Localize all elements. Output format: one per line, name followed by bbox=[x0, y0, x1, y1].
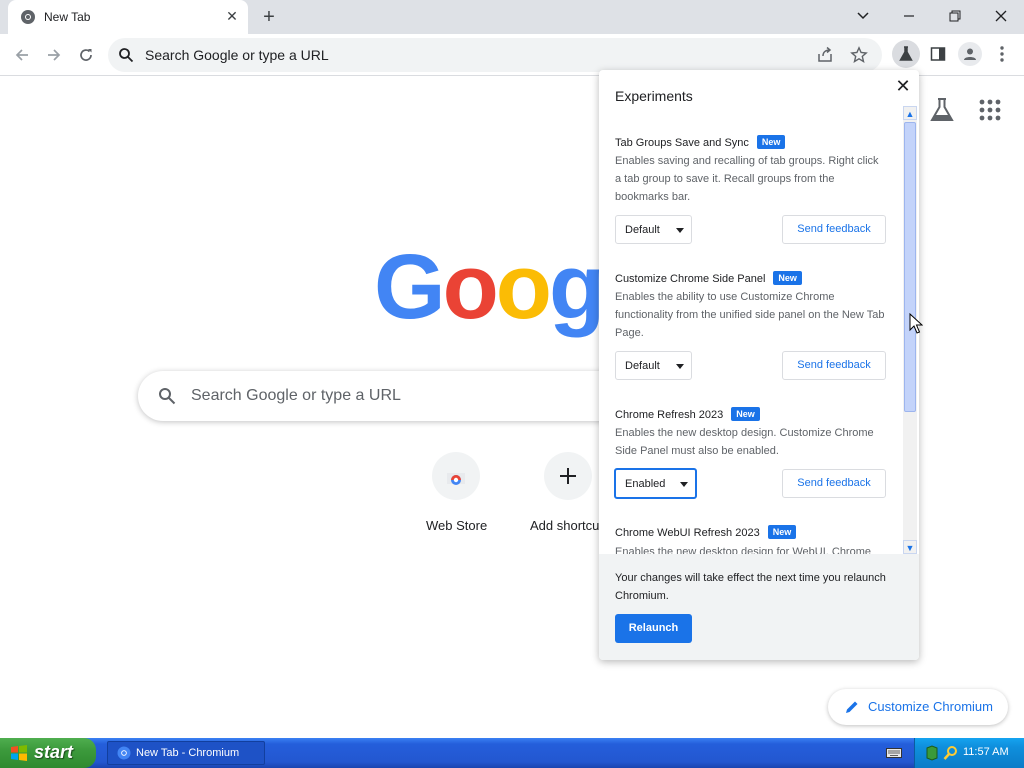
experiment-name: Customize Chrome Side Panel New bbox=[615, 271, 802, 285]
experiment-name: Tab Groups Save and Sync New bbox=[615, 135, 786, 149]
back-arrow-icon bbox=[15, 49, 28, 61]
side-panel-button[interactable] bbox=[926, 42, 950, 66]
tab-new-tab[interactable]: New Tab ✕ bbox=[8, 0, 248, 34]
experiments-panel: Experiments ✕ Tab Groups Save and Sync Ne… bbox=[599, 70, 919, 660]
search-icon bbox=[119, 48, 134, 63]
keyboard-icon[interactable] bbox=[886, 746, 902, 760]
scroll-up-arrow-icon[interactable]: ▲ bbox=[903, 106, 917, 120]
shortcut-icon-wrap bbox=[544, 452, 592, 500]
send-feedback-button[interactable]: Send feedback bbox=[782, 351, 886, 380]
start-label: start bbox=[34, 742, 74, 762]
experiment-state-select[interactable]: Default bbox=[615, 351, 692, 380]
tab-title: New Tab bbox=[44, 10, 91, 24]
logo-letter: G bbox=[374, 236, 446, 338]
web-store-icon bbox=[447, 473, 465, 485]
start-button[interactable]: start bbox=[0, 738, 96, 768]
omnibox-placeholder: Search Google or type a URL bbox=[145, 47, 329, 63]
new-badge: New bbox=[767, 525, 797, 539]
pencil-icon bbox=[846, 701, 858, 713]
tab-close-icon[interactable]: ✕ bbox=[224, 8, 240, 24]
close-icon[interactable]: ✕ bbox=[893, 76, 913, 96]
send-feedback-button[interactable]: Send feedback bbox=[782, 469, 886, 498]
taskbar-item-label: New Tab - Chromium bbox=[136, 747, 240, 759]
restore-button[interactable] bbox=[940, 4, 970, 28]
labs-icon[interactable] bbox=[928, 96, 956, 124]
logo-letter: o bbox=[495, 236, 552, 338]
restore-icon bbox=[949, 10, 961, 22]
new-badge: New bbox=[756, 135, 786, 149]
close-window-button[interactable] bbox=[986, 4, 1016, 28]
send-feedback-button[interactable]: Send feedback bbox=[782, 215, 886, 244]
new-badge: New bbox=[731, 407, 760, 421]
menu-button[interactable] bbox=[992, 42, 1012, 66]
profile-button[interactable] bbox=[958, 42, 982, 66]
shortcut-label: Web Store bbox=[426, 518, 488, 533]
new-tab-button[interactable]: + bbox=[258, 6, 280, 28]
chromium-icon bbox=[21, 10, 35, 24]
tab-search-button[interactable] bbox=[848, 4, 878, 28]
logo-letter: o bbox=[442, 236, 499, 338]
experiment-description: Enables the ability to use Customize Chr… bbox=[615, 291, 885, 339]
windows-logo-icon bbox=[11, 745, 27, 761]
clock: 11:57 AM bbox=[963, 746, 1009, 758]
new-badge: New bbox=[773, 271, 802, 285]
omnibox[interactable]: Search Google or type a URL bbox=[108, 38, 882, 72]
chevron-down-icon bbox=[857, 12, 869, 20]
reload-icon bbox=[80, 49, 92, 61]
experiment-name: Chrome WebUI Refresh 2023 New bbox=[615, 525, 797, 539]
apps-grid-icon[interactable] bbox=[978, 98, 1002, 122]
dropdown-arrow-icon bbox=[676, 228, 684, 233]
share-button[interactable] bbox=[816, 46, 834, 64]
experiment-description: Enables the new desktop design. Customiz… bbox=[615, 427, 874, 457]
relaunch-button[interactable]: Relaunch bbox=[615, 614, 692, 643]
experiments-button[interactable] bbox=[892, 40, 920, 68]
shortcut-icon-wrap bbox=[432, 452, 480, 500]
reload-button[interactable] bbox=[73, 42, 99, 68]
shortcut-label: Add shortcut bbox=[530, 518, 603, 533]
system-tray: 11:57 AM bbox=[914, 738, 1024, 768]
tab-strip: New Tab ✕ + bbox=[0, 0, 1024, 34]
close-icon bbox=[995, 10, 1007, 22]
forward-arrow-icon bbox=[48, 49, 61, 61]
chromium-icon bbox=[117, 746, 131, 760]
experiments-list: Tab Groups Save and Sync New Enables savi… bbox=[599, 104, 919, 554]
minimize-icon bbox=[904, 15, 914, 17]
avatar-icon bbox=[964, 48, 976, 60]
search-icon bbox=[159, 388, 176, 405]
forward-button[interactable] bbox=[41, 42, 67, 68]
share-icon bbox=[818, 46, 832, 62]
customize-chromium-button[interactable]: Customize Chromium bbox=[828, 689, 1008, 725]
minimize-button[interactable] bbox=[894, 4, 924, 28]
experiment-state-select[interactable]: Default bbox=[615, 215, 692, 244]
search-tray-icon[interactable] bbox=[943, 745, 959, 761]
more-vert-icon bbox=[1000, 46, 1004, 62]
mouse-cursor-icon bbox=[909, 313, 923, 334]
bookmark-button[interactable] bbox=[850, 46, 868, 64]
star-icon bbox=[850, 46, 868, 63]
back-button[interactable] bbox=[9, 42, 35, 68]
dropdown-arrow-icon bbox=[680, 482, 688, 487]
side-panel-icon bbox=[930, 47, 946, 61]
flask-icon bbox=[899, 46, 913, 61]
experiment-name: Chrome Refresh 2023 New bbox=[615, 407, 760, 421]
network-icon[interactable] bbox=[925, 745, 939, 761]
shortcut-web-store[interactable]: Web Store bbox=[416, 452, 496, 542]
dropdown-arrow-icon bbox=[676, 364, 684, 369]
plus-icon bbox=[560, 468, 576, 484]
relaunch-notice: Your changes will take effect the next t… bbox=[615, 572, 886, 602]
scroll-down-arrow-icon[interactable]: ▼ bbox=[903, 540, 917, 554]
scrollbar-thumb[interactable] bbox=[904, 122, 916, 412]
logo-letter: g bbox=[548, 236, 605, 338]
customize-label: Customize Chromium bbox=[868, 699, 993, 714]
ntp-search-placeholder: Search Google or type a URL bbox=[191, 387, 401, 404]
experiment-description: Enables the new desktop design for WebUI… bbox=[615, 546, 871, 554]
panel-footer: Your changes will take effect the next t… bbox=[599, 554, 919, 660]
taskbar-item-chromium[interactable]: New Tab - Chromium bbox=[107, 741, 265, 765]
panel-title: Experiments bbox=[615, 88, 693, 104]
experiment-description: Enables saving and recalling of tab grou… bbox=[615, 155, 879, 203]
google-logo: Googl bbox=[374, 232, 628, 342]
experiment-state-select[interactable]: Enabled bbox=[614, 468, 697, 499]
